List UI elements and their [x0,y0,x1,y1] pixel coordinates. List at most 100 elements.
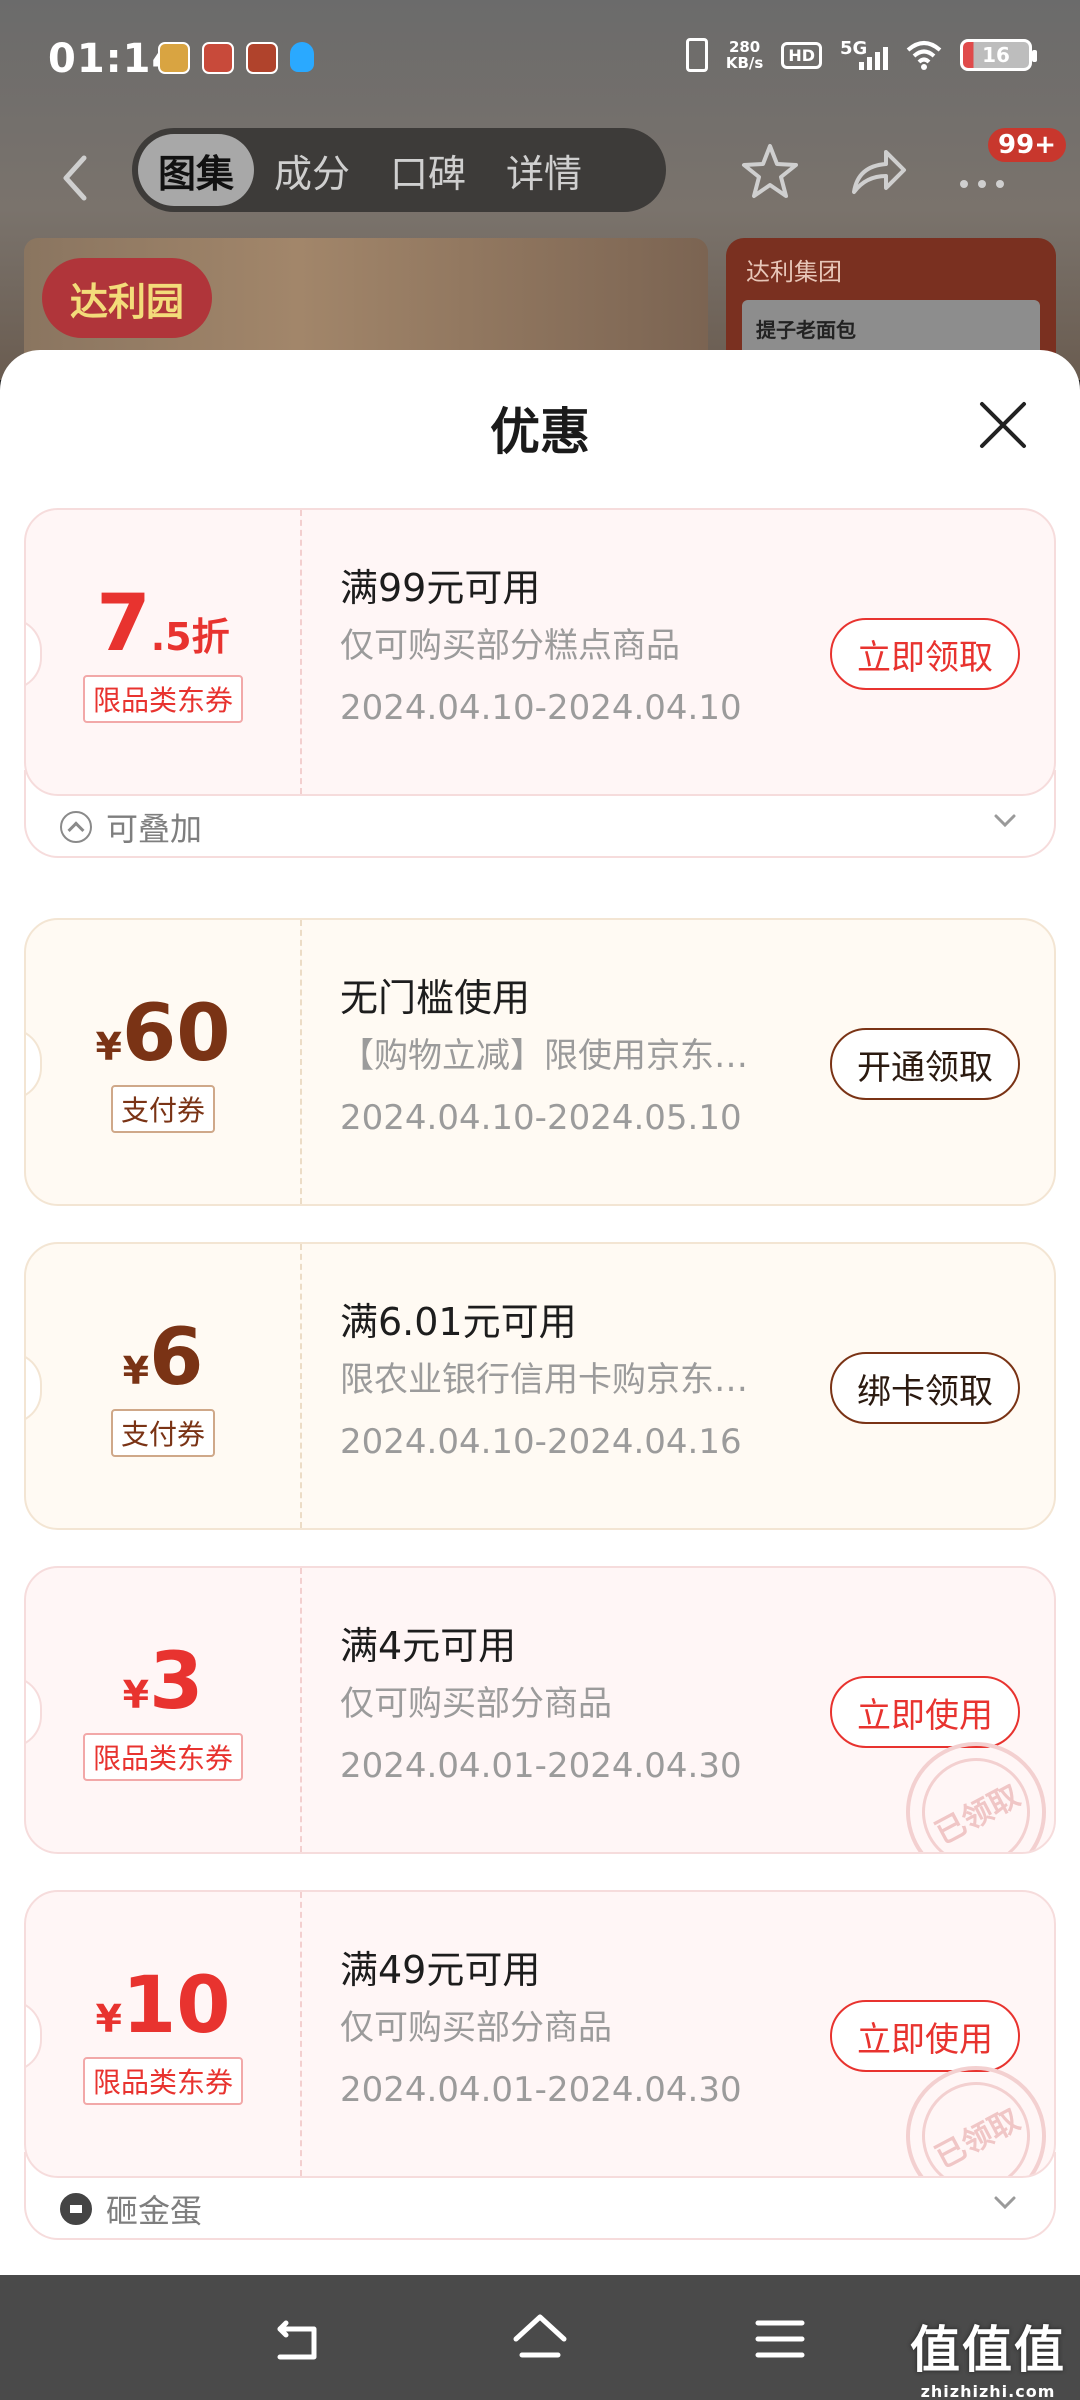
home-icon[interactable] [510,2309,570,2369]
coupon-condition: 满6.01元可用 [340,1300,577,1344]
watermark-logo: 值值值 [910,2321,1066,2379]
coupon-sheet: 优惠 7 .5折 限品类东券 满99元可用 仅可购买部分糕点商品 2024.04… [0,350,1080,2275]
vibrate-icon [685,38,708,72]
coupon-value-area: ¥ 6 支付券 [26,1244,300,1528]
coupon-item: ¥ 10 限品类东券 满49元可用 仅可购买部分商品 2024.04.01-20… [24,1890,1056,2240]
coupon-divider [300,510,302,794]
coupon-divider [300,1568,302,1852]
coupon-value: ¥ 60 [96,995,231,1073]
coupon-value-area: ¥ 3 限品类东券 [26,1568,300,1852]
claim-button[interactable]: 立即领取 [830,618,1020,690]
network-speed-unit: KB/s [725,54,764,72]
coupon-description: 仅可购买部分糕点商品 [340,626,680,666]
coupon-currency: ¥ [122,1349,150,1393]
coupon-amount: 3 [149,1637,204,1727]
brand-logo: 达利园 [42,258,212,338]
notification-icons [158,42,318,74]
qq-notification-icon [290,42,318,74]
chevron-down-icon[interactable] [992,808,1018,834]
menu-icon[interactable] [750,2309,810,2369]
coupon-amount: 10 [121,1961,231,2051]
use-now-button[interactable]: 立即使用 [830,2000,1020,2072]
coupon-type-tag: 限品类东券 [82,1733,243,1781]
coupon-info: 满6.01元可用 限农业银行信用卡购京东… 2024.04.10-2024.04… [340,1298,820,1466]
network-speed: 280 KB/s [726,39,763,71]
coupon-amount-suffix: .5折 [150,615,230,659]
coupon-condition: 满99元可用 [340,566,541,610]
coupon-condition: 满4元可用 [340,1624,517,1668]
coupon-value-area: 7 .5折 限品类东券 [26,510,300,794]
coupon-value: ¥ 6 [123,1319,204,1397]
coupon-validity: 2024.04.10-2024.04.10 [340,688,742,728]
coupon-footer-label: 砸金蛋 [106,2192,203,2230]
activate-claim-button[interactable]: 开通领取 [830,1028,1020,1100]
wifi-icon [906,41,942,70]
use-now-button[interactable]: 立即使用 [830,1676,1020,1748]
coupon-validity: 2024.04.01-2024.04.30 [340,2070,742,2110]
coupon-footer-label: 可叠加 [106,810,203,848]
battery-level: 16 [982,43,1010,67]
coupon-divider [300,920,302,1204]
coupon-description: 【购物立减】限使用京东… [340,1036,748,1076]
coupon-validity: 2024.04.10-2024.04.16 [340,1422,742,1462]
coupon-card: ¥ 6 支付券 满6.01元可用 限农业银行信用卡购京东… 2024.04.10… [24,1242,1056,1530]
signal-bars-icon [859,47,888,70]
coupon-divider [300,1892,302,2176]
coupon-card: ¥ 3 限品类东券 满4元可用 仅可购买部分商品 2024.04.01-2024… [24,1566,1056,1854]
product-tabs: 图集 成分 口碑 详情 [132,128,666,212]
product-navbar: 图集 成分 口碑 详情 99+ [0,128,1080,228]
coupon-type-tag: 限品类东券 [82,675,243,723]
close-icon[interactable] [976,398,1030,452]
coupon-card: ¥ 10 限品类东券 满49元可用 仅可购买部分商品 2024.04.01-20… [24,1890,1056,2178]
coupon-info: 满49元可用 仅可购买部分商品 2024.04.01-2024.04.30 [340,1946,820,2114]
tab-details[interactable]: 详情 [486,134,602,206]
coupon-description: 仅可购买部分商品 [340,2008,612,2048]
coupon-type-tag: 支付券 [110,1085,215,1133]
coupon-currency: ¥ [95,1997,122,2041]
coupon-description: 限农业银行信用卡购京东… [340,1360,748,1400]
egg-icon [60,2193,92,2225]
tab-ingredients[interactable]: 成分 [254,134,370,206]
coupon-condition: 满49元可用 [340,1948,541,1992]
coupon-value-area: ¥ 10 限品类东券 [26,1892,300,2176]
coupon-divider [300,1244,302,1528]
signal-icon: 5G [840,38,888,72]
share-icon[interactable] [846,140,910,204]
coupon-value-area: ¥ 60 支付券 [26,920,300,1204]
coupon-info: 满99元可用 仅可购买部分糕点商品 2024.04.10-2024.04.10 [340,564,820,732]
app-notification-icon [202,42,234,74]
hd-icon: HD [781,41,822,69]
tab-gallery[interactable]: 图集 [138,134,255,206]
tab-reviews[interactable]: 口碑 [370,134,486,206]
app-notification-icon [158,42,190,74]
bind-card-claim-button[interactable]: 绑卡领取 [830,1352,1020,1424]
coupon-condition: 无门槛使用 [340,976,531,1020]
watermark-url: zhizhizhi.com [920,2382,1056,2400]
claimed-stamp-text: 已领取 [902,1738,1050,1852]
back-arrow-icon[interactable] [56,148,96,208]
coupon-amount: 60 [121,989,231,1079]
watermark: 值值值 zhizhizhi.com [910,2310,1066,2400]
claimed-stamp-text: 已领取 [902,2062,1050,2176]
coupon-item: 7 .5折 限品类东券 满99元可用 仅可购买部分糕点商品 2024.04.10… [24,508,1056,858]
star-icon[interactable] [738,140,802,204]
coupon-value: 7 .5折 [96,585,229,663]
chevron-down-icon[interactable] [992,2190,1018,2216]
coupon-validity: 2024.04.10-2024.05.10 [340,1098,742,1138]
coupon-amount: 6 [149,1313,204,1403]
battery-icon: 16 [960,39,1037,71]
stack-icon [60,811,92,843]
coupon-info: 满4元可用 仅可购买部分商品 2024.04.01-2024.04.30 [340,1622,820,1790]
coupon-card: 7 .5折 限品类东券 满99元可用 仅可购买部分糕点商品 2024.04.10… [24,508,1056,796]
back-icon[interactable] [270,2309,330,2369]
status-bar: 01:14 280 KB/s HD 5G 16 [0,0,1080,120]
coupon-type-tag: 支付券 [110,1409,215,1457]
coupon-item: ¥ 3 限品类东券 满4元可用 仅可购买部分商品 2024.04.01-2024… [24,1566,1056,1854]
coupon-value: ¥ 3 [123,1643,204,1721]
message-badge: 99+ [988,128,1066,162]
coupon-description: 仅可购买部分商品 [340,1684,612,1724]
network-speed-value: 280 [728,38,761,56]
coupon-type-tag: 限品类东券 [82,2057,243,2105]
coupon-value: ¥ 10 [96,1967,231,2045]
coupon-amount: 7 [96,579,151,669]
